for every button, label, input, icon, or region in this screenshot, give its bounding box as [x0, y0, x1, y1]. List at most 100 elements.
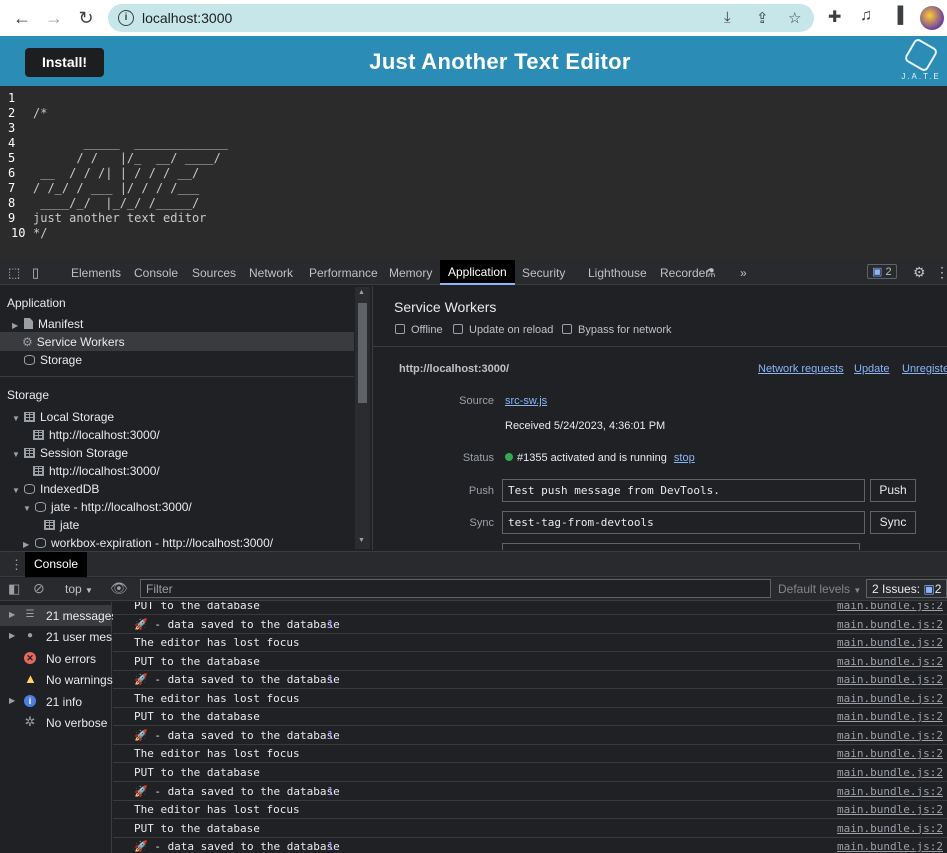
checkbox-icon[interactable] [453, 324, 463, 334]
sidebar-item-session-storage[interactable]: ▼ Session Storage [12, 446, 128, 460]
sidebar-item-storage[interactable]: Storage [24, 353, 82, 367]
sidebar-item-session-origin[interactable]: http://localhost:3000/ [33, 464, 160, 478]
sidebar-scrollbar[interactable]: ▲ ▼ [355, 287, 370, 549]
sidebar-item-local-origin[interactable]: http://localhost:3000/ [33, 428, 160, 442]
tab-application[interactable]: Application [440, 260, 515, 285]
filter-verbose[interactable]: ✲ No verbose [0, 712, 112, 733]
log-source-link[interactable]: main.bundle.js:2 [837, 692, 943, 705]
tab-security[interactable]: Security [522, 266, 565, 280]
checkbox-icon[interactable] [395, 324, 405, 334]
expand-triangle-icon[interactable]: ▶ [23, 540, 35, 549]
stop-link[interactable]: stop [674, 452, 695, 464]
update-on-reload-checkbox[interactable]: Update on reload [453, 324, 553, 336]
filter-input[interactable]: Filter [140, 579, 771, 598]
scroll-down-icon[interactable]: ▼ [358, 537, 365, 544]
sidebar-item-manifest[interactable]: ▶ Manifest [12, 317, 83, 331]
log-source-link[interactable]: main.bundle.js:2 [837, 822, 943, 835]
address-bar[interactable]: i localhost:3000 ⤓ ⇪ ☆ [108, 4, 814, 32]
sidebar-item-workbox-db[interactable]: ▶ workbox-expiration - http://localhost:3… [23, 536, 273, 550]
sidebar-toggle-icon[interactable]: ◧ [8, 581, 20, 597]
code-editor[interactable]: 1 2 3 4 5 6 7 8 9 10 /* _____ __________… [0, 86, 947, 260]
offline-checkbox[interactable]: Offline [395, 324, 443, 336]
log-source-link[interactable]: main.bundle.js:2 [837, 655, 943, 668]
sidebar-item-jate-store[interactable]: jate [44, 518, 79, 532]
sync-input[interactable]: test-tag-from-devtools [502, 511, 865, 534]
tab-performance[interactable]: Performance [309, 266, 378, 280]
push-button[interactable]: Push [870, 479, 916, 502]
filter-messages[interactable]: ▶ ☰ 21 messages [0, 605, 117, 626]
scroll-up-icon[interactable]: ▲ [358, 289, 365, 296]
filter-warnings[interactable]: ▲ No warnings [0, 669, 113, 690]
filter-user-messages[interactable]: ▶ ● 21 user mes… [0, 626, 124, 647]
expand-triangle-icon[interactable]: ▶ [9, 631, 21, 640]
log-source-link[interactable]: main.bundle.js:2 [837, 618, 943, 631]
expand-triangle-icon[interactable]: ▶ [9, 610, 21, 619]
device-toolbar-icon[interactable]: ▯ [32, 265, 39, 281]
update-link[interactable]: Update [854, 363, 889, 375]
log-source-link[interactable]: main.bundle.js:2 [837, 636, 943, 649]
log-levels-dropdown[interactable]: Default levels ▼ [778, 582, 861, 596]
flask-icon: ⚗ [705, 266, 716, 280]
expand-triangle-icon[interactable]: ▶ [12, 321, 24, 330]
forward-arrow-icon[interactable]: → [42, 6, 66, 30]
clear-console-icon[interactable]: ⊘ [33, 580, 45, 597]
live-expression-eye-icon[interactable]: 👁 [110, 580, 128, 597]
site-info-icon[interactable]: i [118, 10, 134, 26]
tab-lighthouse[interactable]: Lighthouse [588, 266, 647, 280]
settings-gear-icon[interactable]: ⚙ [913, 264, 926, 281]
log-source-link[interactable]: main.bundle.js:2 [837, 766, 943, 779]
log-source-link[interactable]: main.bundle.js:2 [837, 710, 943, 723]
expanded-triangle-icon[interactable]: ▼ [12, 414, 24, 423]
expanded-triangle-icon[interactable]: ▼ [23, 504, 35, 513]
side-panel-icon[interactable]: ▐ [892, 7, 903, 25]
extensions-puzzle-icon[interactable]: ✚ [828, 7, 841, 27]
log-source-link[interactable]: main.bundle.js:2 [837, 840, 943, 853]
reload-icon[interactable]: ↻ [74, 6, 98, 30]
bypass-network-checkbox[interactable]: Bypass for network [562, 324, 672, 336]
tab-console[interactable]: Console [134, 266, 178, 280]
expanded-triangle-icon[interactable]: ▼ [12, 486, 24, 495]
log-source-link[interactable]: main.bundle.js:2 [837, 747, 943, 760]
tab-recorder[interactable]: Recorder [660, 266, 709, 280]
unregister-link[interactable]: Unregister [902, 363, 947, 375]
log-source-link[interactable]: main.bundle.js:2 [837, 729, 943, 742]
profile-avatar[interactable] [920, 6, 944, 30]
log-source-link[interactable]: main.bundle.js:2 [837, 785, 943, 798]
log-source-link[interactable]: main.bundle.js:2 [837, 602, 943, 612]
filter-errors[interactable]: ✕ No errors [0, 648, 112, 669]
tab-memory[interactable]: Memory [389, 266, 432, 280]
push-input[interactable]: Test push message from DevTools. [502, 479, 865, 502]
filter-info[interactable]: ▶ i 21 info [0, 691, 112, 712]
log-source-link[interactable]: main.bundle.js:2 [837, 673, 943, 686]
sidebar-item-service-workers[interactable]: ⚙ Service Workers [22, 335, 125, 349]
network-requests-link[interactable]: Network requests [758, 363, 844, 375]
tab-network[interactable]: Network [249, 266, 293, 280]
log-source-link[interactable]: main.bundle.js:2 [837, 803, 943, 816]
sidebar-item-jate-db[interactable]: ▼ jate - http://localhost:3000/ [23, 500, 192, 514]
install-app-icon[interactable]: ⤓ [724, 9, 731, 26]
more-options-icon[interactable]: ⋮ [935, 264, 947, 281]
sidebar-item-local-storage[interactable]: ▼ Local Storage [12, 410, 114, 424]
message-icon: ▣ [872, 266, 883, 278]
issues-badge[interactable]: ▣ 2 [867, 264, 897, 279]
source-link[interactable]: src-sw.js [505, 395, 547, 407]
drawer-menu-icon[interactable]: ⋮ [10, 557, 23, 573]
context-selector[interactable]: top ▼ [65, 582, 93, 596]
media-playlist-icon[interactable]: ♫ [860, 7, 872, 25]
tab-elements[interactable]: Elements [71, 266, 121, 280]
share-icon[interactable]: ⇪ [756, 9, 769, 27]
sidebar-item-indexeddb[interactable]: ▼ IndexedDB [12, 482, 99, 496]
periodic-sync-input[interactable] [502, 543, 860, 550]
tab-sources[interactable]: Sources [192, 266, 236, 280]
sync-button[interactable]: Sync [870, 511, 916, 534]
checkbox-icon[interactable] [562, 324, 572, 334]
inspect-element-icon[interactable]: ⬚ [8, 265, 20, 281]
expand-triangle-icon[interactable]: ▶ [9, 696, 21, 705]
more-tabs-icon[interactable]: » [740, 266, 747, 280]
scrollbar-thumb[interactable] [358, 303, 367, 403]
bookmark-star-icon[interactable]: ☆ [788, 9, 801, 27]
drawer-tab-console[interactable]: Console [25, 552, 88, 577]
expanded-triangle-icon[interactable]: ▼ [12, 450, 24, 459]
issues-button[interactable]: 2 Issues: ▣2 [866, 579, 947, 598]
back-arrow-icon[interactable]: ← [10, 6, 34, 30]
